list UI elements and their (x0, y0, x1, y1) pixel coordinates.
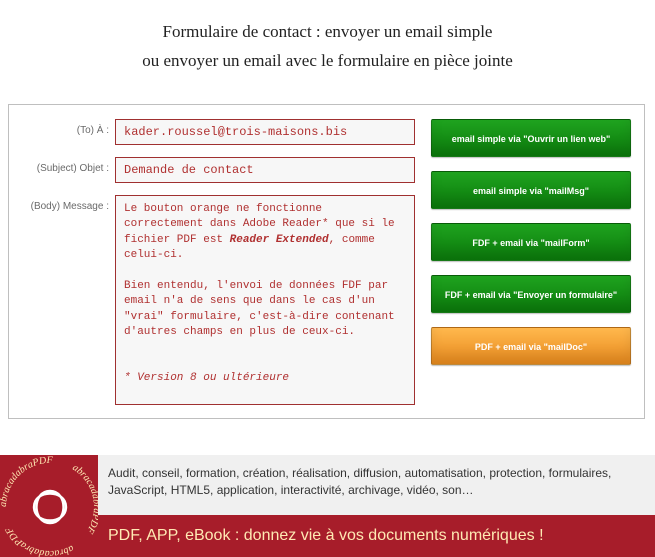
email-simple-weblink-button[interactable]: email simple via "Ouvrir un lien web" (431, 119, 631, 157)
pdf-maildoc-button[interactable]: PDF + email via "mailDoc" (431, 327, 631, 365)
page-title-line2: ou envoyer un email avec le formulaire e… (20, 47, 635, 76)
footer: abracadabraPDF abracadabraPDF abracadabr… (0, 455, 655, 557)
svg-text:abracadabraPDF: abracadabraPDF (70, 462, 98, 536)
svg-text:abracadabraPDF: abracadabraPDF (3, 524, 75, 557)
body-label: (Body) Message : (19, 195, 115, 212)
subject-field[interactable] (115, 157, 415, 183)
subject-label: (Subject) Objet : (19, 157, 115, 174)
body-field[interactable]: Le bouton orange ne fonctionne correctem… (115, 195, 415, 405)
footer-description: Audit, conseil, formation, création, réa… (98, 455, 655, 515)
to-label: (To) À : (19, 119, 115, 136)
footer-logo: abracadabraPDF abracadabraPDF abracadabr… (0, 455, 98, 557)
contact-form: (To) À : (Subject) Objet : (Body) Messag… (8, 104, 645, 419)
footer-tagline: PDF, APP, eBook : donnez vie à vos docum… (98, 515, 655, 545)
fdf-envoyer-formulaire-button[interactable]: FDF + email via "Envoyer un formulaire" (431, 275, 631, 313)
page-title-line1: Formulaire de contact : envoyer un email… (20, 18, 635, 47)
email-simple-mailmsg-button[interactable]: email simple via "mailMsg" (431, 171, 631, 209)
action-buttons: email simple via "Ouvrir un lien web" em… (431, 119, 631, 379)
svg-text:abracadabraPDF: abracadabraPDF (0, 455, 54, 507)
to-field[interactable] (115, 119, 415, 145)
infinity-icon (34, 491, 66, 523)
fdf-mailform-button[interactable]: FDF + email via "mailForm" (431, 223, 631, 261)
